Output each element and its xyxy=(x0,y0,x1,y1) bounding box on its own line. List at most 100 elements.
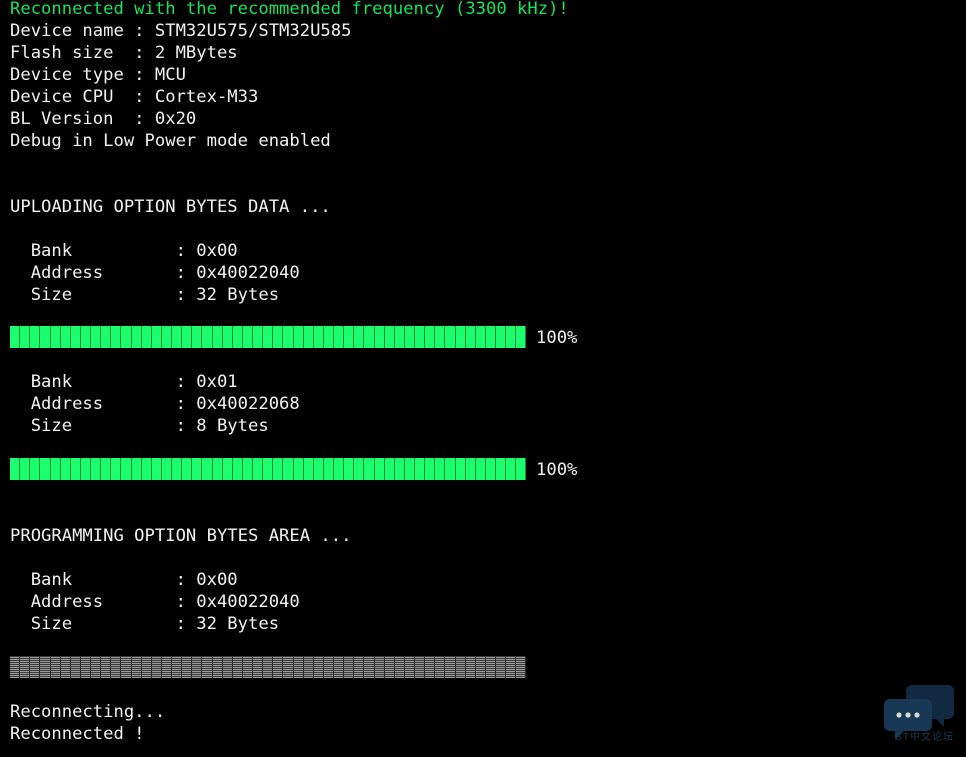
progress-segment xyxy=(404,458,415,480)
progress-segment xyxy=(20,458,31,480)
progress-segment xyxy=(101,326,112,348)
progress-segment xyxy=(313,326,324,348)
programming-progress-bar xyxy=(10,656,527,678)
progress-segment xyxy=(465,458,476,480)
progress-segment xyxy=(263,656,274,678)
programming-heading: PROGRAMMING OPTION BYTES AREA ... xyxy=(10,526,352,546)
progress-segment xyxy=(242,458,253,480)
progress-segment xyxy=(404,656,415,678)
progress-segment xyxy=(496,326,507,348)
progress-segment xyxy=(70,656,81,678)
progress-segment xyxy=(283,458,294,480)
progress-segment xyxy=(364,458,375,480)
progress-segment xyxy=(60,458,71,480)
progress-segment xyxy=(70,458,81,480)
progress-segment xyxy=(30,458,41,480)
progress-segment xyxy=(172,656,183,678)
progress-segment xyxy=(182,326,193,348)
progress-segment xyxy=(293,326,304,348)
progress-segment xyxy=(161,458,172,480)
progress-segment xyxy=(415,458,426,480)
progress-segment xyxy=(334,458,345,480)
progress-segment xyxy=(151,458,162,480)
progress-segment xyxy=(323,326,334,348)
progress-segment xyxy=(506,656,517,678)
bl-version-line: BL Version : 0x20 xyxy=(10,109,197,129)
progress-segment xyxy=(303,326,314,348)
progress-segment xyxy=(273,326,284,348)
progress-segment xyxy=(20,656,31,678)
progress-segment xyxy=(313,458,324,480)
progress-segment xyxy=(50,326,61,348)
program-bank-line: Bank : 0x00 xyxy=(10,570,238,590)
progress-segment xyxy=(394,656,405,678)
progress-segment xyxy=(485,458,496,480)
progress-segment xyxy=(465,656,476,678)
progress-segment xyxy=(131,326,142,348)
progress-segment xyxy=(222,458,233,480)
program-address-line: Address : 0x40022040 xyxy=(10,592,300,612)
progress-segment xyxy=(232,326,243,348)
progress-segment xyxy=(455,326,466,348)
upload-size-line: Size : 8 Bytes xyxy=(10,416,269,436)
progress-segment xyxy=(212,326,223,348)
progress-segment xyxy=(465,326,476,348)
progress-segment xyxy=(253,656,264,678)
upload-progress-bar xyxy=(10,326,527,348)
progress-segment xyxy=(40,326,51,348)
progress-segment xyxy=(70,326,81,348)
progress-segment xyxy=(161,656,172,678)
progress-segment xyxy=(374,458,385,480)
progress-segment xyxy=(283,656,294,678)
progress-segment xyxy=(202,458,213,480)
progress-segment xyxy=(475,656,486,678)
upload-bank-line: Bank : 0x00 xyxy=(10,241,238,261)
upload-progress-bar xyxy=(10,458,527,480)
progress-segment xyxy=(91,458,102,480)
progress-segment xyxy=(344,326,355,348)
progress-segment xyxy=(192,458,203,480)
progress-segment xyxy=(374,326,385,348)
progress-segment xyxy=(354,458,365,480)
progress-segment xyxy=(111,326,122,348)
progress-segment xyxy=(334,656,345,678)
upload-address-line: Address : 0x40022040 xyxy=(10,263,300,283)
progress-segment xyxy=(334,326,345,348)
progress-segment xyxy=(161,326,172,348)
progress-segment xyxy=(131,458,142,480)
progress-segment xyxy=(121,656,132,678)
progress-segment xyxy=(384,458,395,480)
progress-segment xyxy=(404,326,415,348)
progress-segment xyxy=(40,656,51,678)
progress-segment xyxy=(425,656,436,678)
progress-segment xyxy=(293,656,304,678)
progress-segment xyxy=(485,326,496,348)
debug-low-power-line: Debug in Low Power mode enabled xyxy=(10,131,331,151)
progress-segment xyxy=(232,458,243,480)
progress-segment xyxy=(151,656,162,678)
progress-segment xyxy=(303,656,314,678)
terminal-window[interactable]: Reconnected with the recommended frequen… xyxy=(0,0,966,757)
progress-segment xyxy=(354,656,365,678)
progress-segment xyxy=(506,458,517,480)
progress-segment xyxy=(435,326,446,348)
progress-segment xyxy=(516,656,527,678)
progress-segment xyxy=(212,656,223,678)
reconnect-frequency-message: Reconnected with the recommended frequen… xyxy=(10,0,569,19)
progress-segment xyxy=(121,458,132,480)
progress-segment xyxy=(91,326,102,348)
progress-segment xyxy=(445,458,456,480)
progress-segment xyxy=(10,458,21,480)
progress-segment xyxy=(384,656,395,678)
progress-segment xyxy=(141,326,152,348)
progress-segment xyxy=(20,326,31,348)
program-size-line: Size : 32 Bytes xyxy=(10,614,280,634)
progress-segment xyxy=(242,326,253,348)
upload-progress-percent: 100% xyxy=(536,460,578,480)
progress-segment xyxy=(10,656,21,678)
progress-segment xyxy=(232,656,243,678)
progress-segment xyxy=(50,656,61,678)
progress-segment xyxy=(101,656,112,678)
progress-segment xyxy=(202,656,213,678)
progress-segment xyxy=(475,458,486,480)
